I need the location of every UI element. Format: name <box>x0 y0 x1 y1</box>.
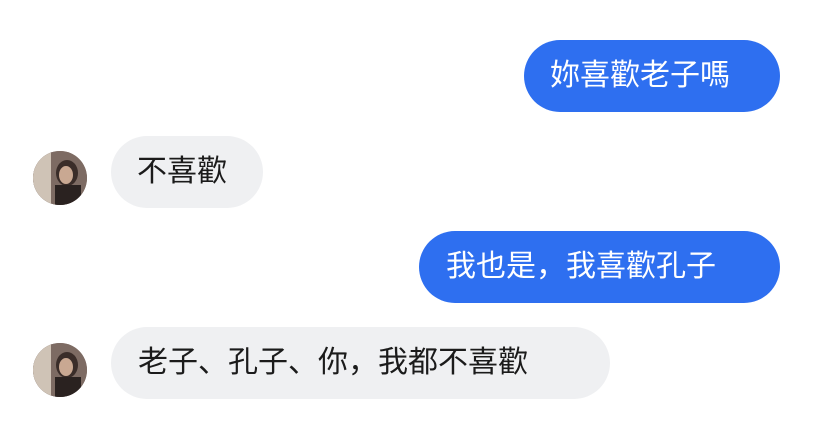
avatar-photo-icon <box>33 151 87 205</box>
message-bubble-outgoing[interactable]: 妳喜歡老子嗎 <box>524 40 780 112</box>
profile-avatar-icon[interactable] <box>33 343 87 397</box>
chat-thread: 妳喜歡老子嗎 不喜歡 我也是，我喜歡孔子 老子、孔子、你，我都不喜歡 <box>0 0 828 441</box>
message-text: 老子、孔子、你，我都不喜歡 <box>138 345 528 380</box>
message-text: 我也是，我喜歡孔子 <box>446 249 716 284</box>
message-bubble-incoming[interactable]: 老子、孔子、你，我都不喜歡 <box>111 327 610 399</box>
profile-avatar-icon[interactable] <box>33 151 87 205</box>
avatar-photo-icon <box>33 343 87 397</box>
message-bubble-incoming[interactable]: 不喜歡 <box>111 136 263 208</box>
message-bubble-outgoing[interactable]: 我也是，我喜歡孔子 <box>419 231 780 303</box>
message-text: 不喜歡 <box>137 154 227 189</box>
message-text: 妳喜歡老子嗎 <box>550 58 730 93</box>
